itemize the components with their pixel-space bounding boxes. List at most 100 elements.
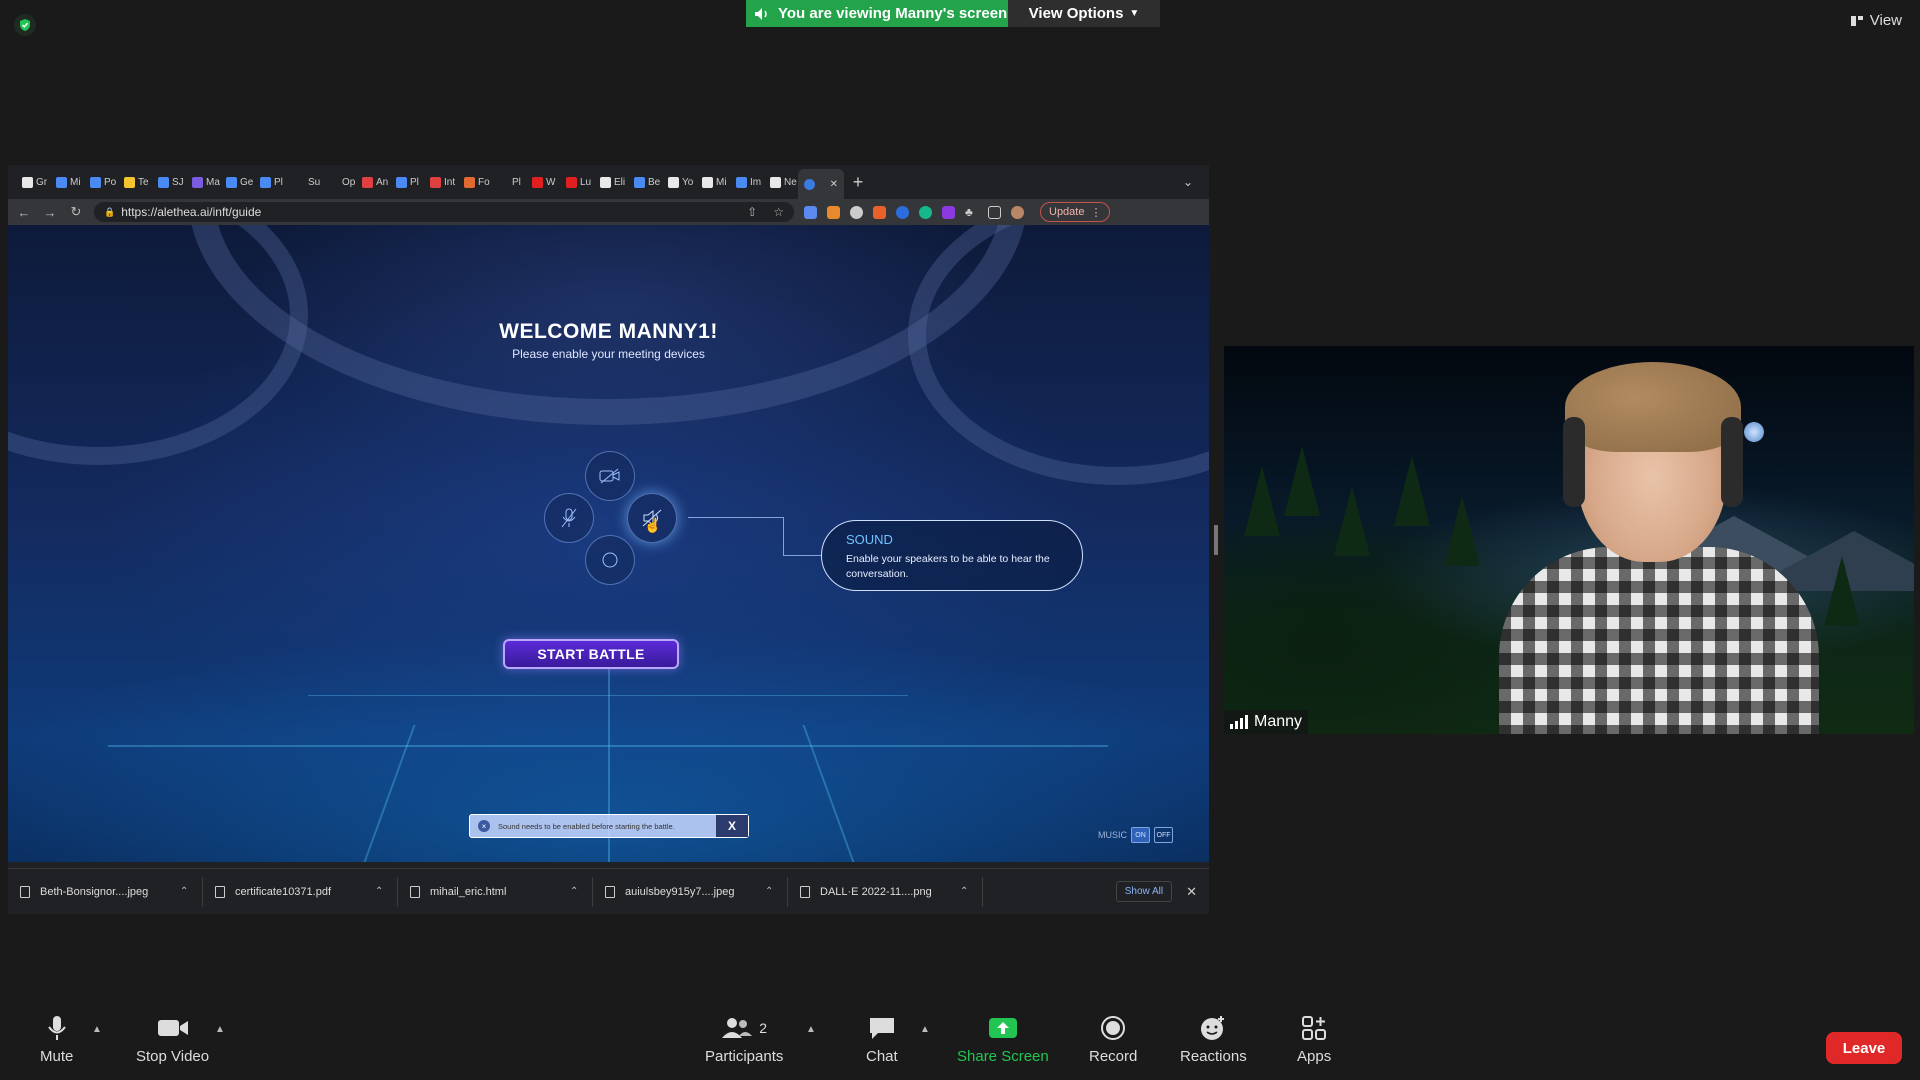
active-browser-tab[interactable]: ✕ (798, 169, 844, 199)
browser-tab[interactable]: Be (628, 170, 662, 194)
download-item[interactable]: certificate10371.pdf ⌃ (203, 876, 398, 907)
download-item[interactable]: DALL·E 2022-11....png ⌃ (788, 876, 983, 907)
browser-tab[interactable]: Ne (764, 170, 798, 194)
show-all-button[interactable]: Show All (1115, 881, 1173, 902)
apps-button[interactable]: Apps (1297, 1014, 1331, 1065)
puzzle-icon[interactable]: ♣ (965, 205, 978, 219)
reactions-button[interactable]: Reactions (1180, 1014, 1247, 1065)
extension-icon[interactable] (804, 205, 817, 219)
tab-label: Ge (240, 176, 254, 188)
share-screen-label: Share Screen (957, 1048, 1049, 1065)
leave-button[interactable]: Leave (1826, 1032, 1902, 1064)
layout-icon (1850, 15, 1863, 26)
browser-tab[interactable]: An (356, 170, 390, 194)
chevron-up-icon[interactable]: ▲ (215, 1024, 225, 1035)
viewing-banner-text: You are viewing Manny's screen (778, 5, 1008, 22)
browser-tab[interactable]: Pl (492, 170, 526, 194)
device-toggle-button[interactable] (585, 535, 635, 585)
profile-avatar[interactable] (1011, 205, 1024, 219)
browser-tab[interactable]: Yo (662, 170, 696, 194)
file-icon (215, 885, 225, 898)
microphone-toggle-button[interactable] (544, 493, 594, 543)
tab-favicon-icon (736, 176, 747, 188)
chevron-up-icon[interactable]: ▲ (92, 1024, 102, 1035)
browser-tab[interactable]: W (526, 170, 560, 194)
share-icon[interactable]: ⇧ (747, 205, 757, 219)
reload-icon[interactable]: ↻ (68, 204, 84, 220)
toast-close-button[interactable]: X (716, 815, 748, 837)
update-button[interactable]: Update ⋮ (1040, 202, 1111, 222)
bookmark-star-icon[interactable]: ☆ (773, 205, 784, 219)
browser-tab[interactable]: Gr (16, 170, 50, 194)
file-icon (410, 885, 420, 898)
browser-tab[interactable]: Su (288, 170, 322, 194)
chevron-up-icon[interactable]: ▲ (806, 1024, 816, 1035)
sidebar-icon[interactable] (988, 205, 1001, 219)
view-button[interactable]: View (1850, 12, 1902, 29)
extension-icon[interactable] (850, 205, 863, 219)
metamask-icon[interactable] (827, 205, 840, 219)
close-icon[interactable]: ✕ (1186, 884, 1197, 900)
new-tab-icon[interactable]: + (844, 172, 872, 193)
browser-tab[interactable]: Po (84, 170, 118, 194)
tab-favicon-icon (396, 176, 407, 188)
share-screen-button[interactable]: Share Screen (957, 1014, 1049, 1065)
download-item[interactable]: Beth-Bonsignor....jpeg ⌃ (8, 876, 203, 907)
chevron-up-icon[interactable]: ⌃ (180, 886, 202, 897)
chevron-up-icon[interactable]: ▲ (920, 1024, 930, 1035)
browser-tab[interactable]: Int (424, 170, 458, 194)
extension-icon[interactable] (873, 205, 886, 219)
tab-label: Pl (274, 176, 283, 188)
download-item[interactable]: mihail_eric.html ⌃ (398, 876, 593, 907)
browser-tab[interactable]: Op (322, 170, 356, 194)
browser-tab[interactable]: Im (730, 170, 764, 194)
view-options-button[interactable]: View Options ▼ (1008, 0, 1160, 27)
tab-label: Be (648, 176, 661, 188)
participants-button[interactable]: 2 Participants (705, 1014, 783, 1065)
grammarly-icon[interactable] (919, 205, 932, 219)
browser-tab[interactable]: Eli (594, 170, 628, 194)
record-button[interactable]: Record (1089, 1014, 1137, 1065)
security-shield-icon[interactable] (14, 14, 36, 36)
chevron-up-icon[interactable]: ⌃ (375, 886, 397, 897)
chevron-up-icon[interactable]: ⌃ (570, 886, 592, 897)
game-viewport: WELCOME MANNY1! Please enable your meeti… (8, 225, 1209, 862)
mute-button[interactable]: Mute (40, 1014, 73, 1065)
download-filename: DALL·E 2022-11....png (820, 885, 932, 898)
browser-tab[interactable]: Ge (220, 170, 254, 194)
tab-label: Ne (784, 176, 797, 188)
close-tab-icon[interactable]: ✕ (830, 179, 838, 190)
browser-tab[interactable]: Ma (186, 170, 220, 194)
chat-button[interactable]: Chat (866, 1014, 898, 1065)
download-filename: Beth-Bonsignor....jpeg (40, 885, 149, 898)
microphone-off-icon (561, 508, 577, 528)
browser-tab[interactable]: Lu (560, 170, 594, 194)
browser-tab[interactable]: Mi (50, 170, 84, 194)
camera-toggle-button[interactable] (585, 451, 635, 501)
music-off-button[interactable]: OFF (1154, 827, 1173, 843)
back-icon[interactable]: ← (16, 205, 32, 220)
chevron-up-icon[interactable]: ⌃ (960, 886, 982, 897)
music-on-button[interactable]: ON (1131, 827, 1150, 843)
stop-video-button[interactable]: Stop Video (136, 1014, 209, 1065)
download-filename: auiulsbey915y7....jpeg (625, 885, 735, 898)
address-bar[interactable]: 🔒 https://alethea.ai/inft/guide ⇧ ☆ (94, 202, 794, 222)
apps-icon (1302, 1016, 1327, 1040)
tab-label: Te (138, 176, 149, 188)
chevron-up-icon[interactable]: ⌃ (765, 886, 787, 897)
download-item[interactable]: auiulsbey915y7....jpeg ⌃ (593, 876, 788, 907)
tab-search-chevron-icon[interactable]: ⌄ (1183, 175, 1193, 189)
participant-video[interactable] (1224, 346, 1914, 734)
browser-tab[interactable]: Te (118, 170, 152, 194)
browser-tab[interactable]: Mi (696, 170, 730, 194)
browser-tab[interactable]: Pl (254, 170, 288, 194)
browser-tab[interactable]: SJ (152, 170, 186, 194)
music-toggle: MUSIC ON OFF (1098, 827, 1173, 843)
forward-icon[interactable]: → (42, 205, 58, 220)
split-view-handle[interactable] (1214, 525, 1218, 555)
extension-icon[interactable] (896, 205, 909, 219)
extension-icon[interactable] (942, 205, 955, 219)
browser-tab[interactable]: Pl (390, 170, 424, 194)
browser-tab[interactable]: Fo (458, 170, 492, 194)
start-battle-button[interactable]: START BATTLE (503, 639, 679, 669)
